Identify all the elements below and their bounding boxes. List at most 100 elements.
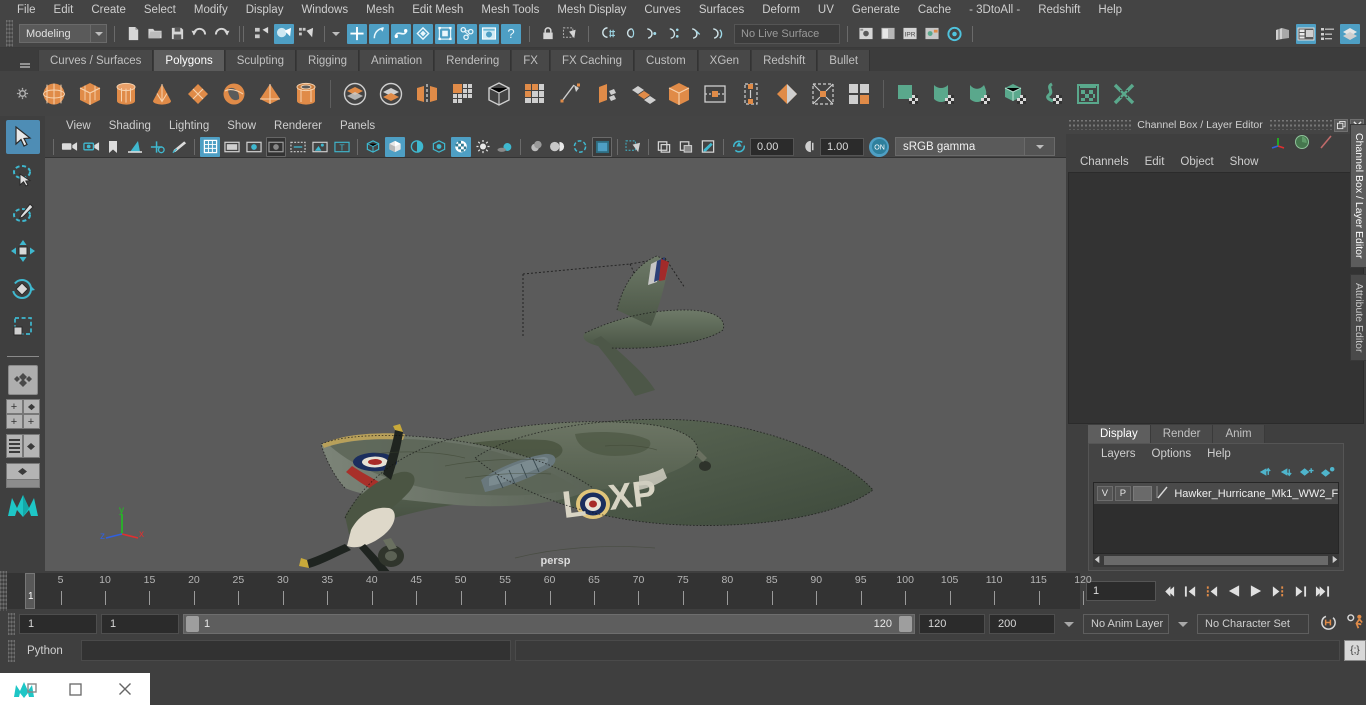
menu-item-curves[interactable]: Curves (635, 0, 689, 20)
range-end-field[interactable]: 120 (919, 614, 985, 634)
channel-box-menu-edit[interactable]: Edit (1137, 156, 1173, 168)
status-line-grip[interactable] (6, 20, 13, 47)
poly-wedge-icon[interactable] (807, 78, 839, 110)
rotate-tool[interactable] (6, 272, 40, 306)
step-forward-key-icon[interactable] (1268, 581, 1288, 601)
status-line[interactable]: Modeling ? No Live Surface IPR (0, 20, 1366, 48)
viewport-3d[interactable]: L XP y x z persp (45, 158, 1066, 571)
render-mask-icon[interactable] (479, 23, 499, 44)
range-slider-row[interactable]: 1 1 1 120 120 200 No Anim Layer No Chara… (0, 611, 1366, 637)
shelf-menu-icon[interactable] (16, 61, 34, 71)
channel-box-menu-show[interactable]: Show (1222, 156, 1267, 168)
layer-menu-layers[interactable]: Layers (1093, 448, 1144, 460)
layer-editor-buttons[interactable] (1089, 464, 1343, 482)
side-tab-channel-box[interactable]: Channel Box / Layer Editor (1350, 124, 1366, 268)
go-to-start-icon[interactable] (1158, 581, 1178, 601)
character-set-dropdown-icon[interactable] (1178, 621, 1188, 627)
xray-toggle-icon[interactable] (654, 137, 674, 157)
isolate-select-icon[interactable] (623, 137, 643, 157)
viewport-menu-shading[interactable]: Shading (100, 116, 160, 136)
redo-icon[interactable] (211, 24, 231, 44)
poly-extrude-icon[interactable] (555, 78, 587, 110)
menu-item-mesh-tools[interactable]: Mesh Tools (472, 0, 548, 20)
gamma-reset-icon[interactable] (980, 24, 1000, 44)
chevron-down-icon[interactable] (90, 25, 106, 42)
shelf-tab-custom[interactable]: Custom (634, 50, 698, 71)
hypershade-icon[interactable] (922, 24, 942, 44)
command-line-grip[interactable] (8, 639, 15, 662)
viewport-menu-show[interactable]: Show (218, 116, 265, 136)
misc-mask-icon[interactable]: ? (501, 23, 521, 44)
image-plane-icon[interactable] (125, 137, 145, 157)
snap-projected-icon[interactable] (663, 24, 683, 44)
layer-tab-render[interactable]: Render (1150, 425, 1214, 443)
select-by-object-type-icon[interactable] (274, 23, 294, 44)
poly-append-icon[interactable] (771, 78, 803, 110)
range-left-handle[interactable] (186, 616, 199, 632)
snap-grid-icon[interactable] (597, 24, 617, 44)
attribute-editor-icon[interactable] (1294, 134, 1310, 153)
uv-cylindrical-icon[interactable] (928, 78, 960, 110)
time-slider-grip[interactable] (0, 571, 7, 611)
poly-mirror-icon[interactable] (843, 78, 875, 110)
poly-pyramid-icon[interactable] (254, 78, 286, 110)
main-menu-bar[interactable]: File Edit Create Select Modify Display Windows… (0, 0, 1366, 20)
open-scene-icon[interactable] (145, 24, 165, 44)
viewport-menu-lighting[interactable]: Lighting (160, 116, 218, 136)
paint-select-tool[interactable] (6, 196, 40, 230)
move-tool[interactable] (6, 234, 40, 268)
multisample-aa-icon[interactable] (570, 137, 590, 157)
poly-target-weld-icon[interactable] (699, 78, 731, 110)
use-all-lights-icon[interactable] (473, 137, 493, 157)
handles-mask-icon[interactable] (347, 23, 367, 44)
single-perspective-layout[interactable] (7, 365, 38, 395)
wireframe-icon[interactable] (363, 137, 383, 157)
poly-multicut-icon[interactable] (663, 78, 695, 110)
menu-item-uv[interactable]: UV (809, 0, 843, 20)
menu-item-modify[interactable]: Modify (185, 0, 237, 20)
make-live-icon[interactable] (707, 24, 727, 44)
menu-item-redshift[interactable]: Redshift (1029, 0, 1089, 20)
grid-toggle-icon[interactable] (200, 136, 220, 157)
poly-bevel-icon[interactable] (591, 78, 623, 110)
poly-combine-icon[interactable] (375, 78, 407, 110)
show-hide-attribute-editor-icon[interactable] (1296, 23, 1316, 44)
command-input[interactable] (81, 640, 511, 661)
shelf-tab-bar[interactable]: Curves / Surfaces Polygons Sculpting Riggin… (0, 48, 1366, 71)
step-forward-frame-icon[interactable] (1290, 581, 1310, 601)
step-back-key-icon[interactable] (1202, 581, 1222, 601)
menu-item-select[interactable]: Select (135, 0, 185, 20)
channel-box-header-icons[interactable] (1066, 134, 1366, 152)
command-language-label[interactable]: Python (19, 645, 77, 657)
curves-mask-icon[interactable] (369, 23, 389, 44)
toolbox[interactable]: + + + (0, 116, 45, 571)
poly-merge-icon[interactable] (735, 78, 767, 110)
2d-pan-zoom-icon[interactable] (147, 137, 167, 157)
outliner-persp-layout[interactable] (5, 434, 40, 458)
poly-pipe-icon[interactable] (290, 78, 322, 110)
shelf-tab-rigging[interactable]: Rigging (296, 50, 360, 71)
move-layer-up-icon[interactable] (1257, 466, 1272, 481)
menu-item-mesh[interactable]: Mesh (357, 0, 403, 20)
select-camera-icon[interactable] (59, 137, 79, 157)
poly-triangulate-icon[interactable] (483, 78, 515, 110)
uv-spherical-icon[interactable] (964, 78, 996, 110)
poly-booleans-icon[interactable] (339, 78, 371, 110)
screen-space-ao-icon[interactable] (526, 137, 546, 157)
character-set-field[interactable]: No Character Set (1197, 614, 1309, 634)
range-right-handle[interactable] (899, 616, 912, 632)
layer-list-scrollbar[interactable] (1093, 554, 1339, 567)
animation-preferences-icon[interactable] (1346, 613, 1366, 635)
shelf-tab-sculpting[interactable]: Sculpting (224, 50, 297, 71)
uv-unfold-icon[interactable] (1036, 78, 1068, 110)
anim-start-field[interactable]: 1 (19, 614, 97, 634)
shelf-tab-animation[interactable]: Animation (359, 50, 435, 71)
play-forwards-icon[interactable] (1246, 581, 1266, 601)
play-backwards-icon[interactable] (1224, 581, 1244, 601)
hypershade-persp-layout[interactable] (5, 463, 40, 480)
menu-item-help[interactable]: Help (1089, 0, 1131, 20)
scroll-left-icon[interactable] (1093, 555, 1102, 567)
new-scene-icon[interactable] (123, 24, 143, 44)
lasso-select-tool[interactable] (6, 158, 40, 192)
select-by-component-type-icon[interactable] (296, 24, 316, 44)
